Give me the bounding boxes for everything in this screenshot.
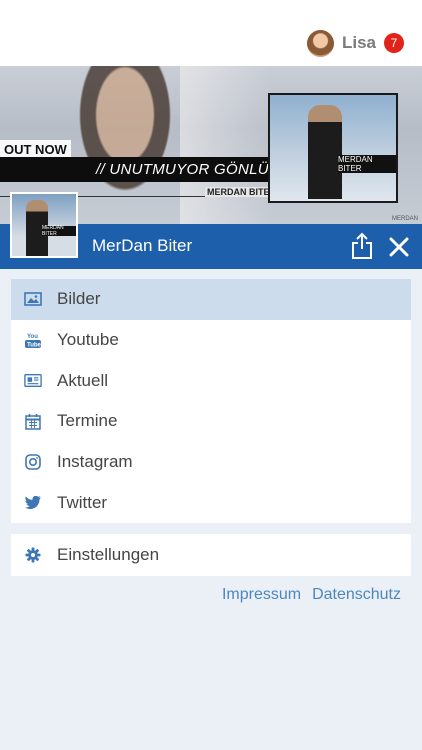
impressum-link[interactable]: Impressum [222,586,301,604]
menu-item-instagram[interactable]: Instagram [11,442,411,483]
user-name[interactable]: Lisa [342,33,376,53]
menu-item-termine[interactable]: Termine [11,401,411,442]
privacy-link[interactable]: Datenschutz [312,586,401,604]
instagram-icon [24,453,42,471]
avatar[interactable] [306,29,334,57]
twitter-icon [24,494,42,512]
page-title: MerDan Biter [92,236,193,255]
menu-item-label: Twitter [57,492,108,512]
calendar-icon [24,412,42,430]
user-account[interactable]: Lisa 7 [306,28,404,58]
album-cover: MERDAN BITER [268,93,398,203]
page-header: MERDAN BITER MerDan Biter [0,192,422,269]
banner-credit: MERDAN [391,216,418,222]
menu-item-label: Termine [57,411,118,431]
share-icon [352,232,372,259]
menu-item-label: Youtube [57,330,119,350]
svg-text:Tube: Tube [27,343,42,349]
share-button[interactable] [350,232,374,260]
menu-item-youtube[interactable]: You Tube Youtube [11,320,411,361]
notification-badge[interactable]: 7 [384,33,404,53]
banner-photo [70,66,180,206]
close-button[interactable] [386,234,412,260]
top-bar: Lisa 7 [0,0,422,66]
newspaper-icon [24,372,42,390]
menu-item-label: Instagram [57,452,133,472]
navigation-menu: Bilder You Tube Youtube Aktuell Termine I… [11,279,411,523]
menu-item-label: Bilder [57,289,101,309]
footer-links: Impressum Datenschutz [222,586,401,604]
youtube-icon: You Tube [24,331,42,349]
menu-item-label: Aktuell [57,370,109,390]
album-cover-label: MERDAN BITER [338,155,396,173]
menu-item-aktuell[interactable]: Aktuell [11,360,411,401]
menu-item-settings[interactable]: Einstellungen [11,534,411,576]
banner-title: // UNUTMUYOR GÖNLÜM [96,161,282,178]
settings-label: Einstellungen [57,545,160,564]
gear-icon [24,546,42,564]
menu-item-bilder[interactable]: Bilder [11,279,411,320]
close-icon [389,237,409,257]
profile-thumbnail: MERDAN BITER [10,192,78,258]
menu-item-twitter[interactable]: Twitter [11,482,411,523]
image-icon [24,290,42,308]
svg-text:You: You [27,334,38,340]
